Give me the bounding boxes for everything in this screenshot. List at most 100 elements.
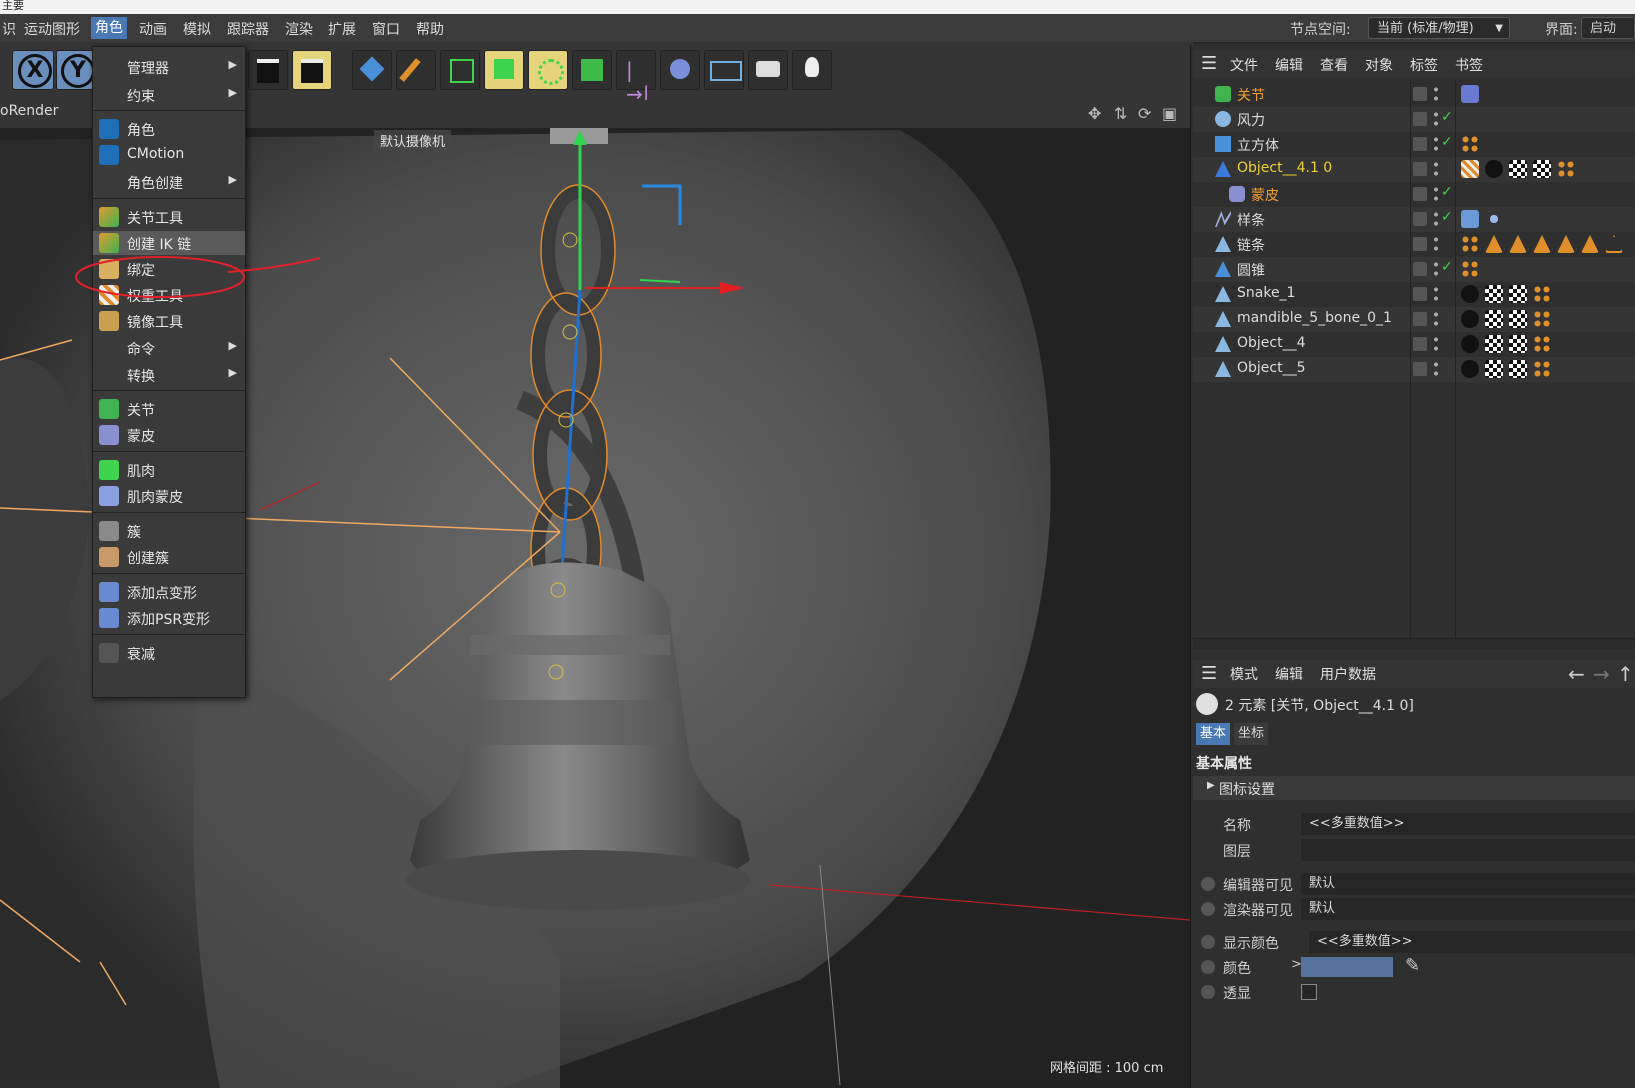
tab-basic[interactable]: 基本 bbox=[1196, 723, 1231, 745]
object-row[interactable]: Object__4 bbox=[1193, 332, 1635, 357]
tag-icon[interactable] bbox=[1461, 135, 1479, 153]
object-row[interactable]: 样条 ✓ bbox=[1193, 207, 1635, 232]
object-name[interactable]: Object__4 bbox=[1237, 335, 1306, 351]
hamburger-icon[interactable]: ☰ bbox=[1201, 53, 1217, 74]
warning-tag-icon[interactable] bbox=[1509, 235, 1527, 253]
texture-tag-icon[interactable] bbox=[1509, 360, 1527, 378]
animation-radio[interactable] bbox=[1201, 935, 1215, 949]
object-row[interactable]: Snake_1 bbox=[1193, 282, 1635, 307]
object-name[interactable]: 圆锥 bbox=[1237, 260, 1265, 280]
object-name[interactable]: 立方体 bbox=[1237, 135, 1279, 155]
animation-radio[interactable] bbox=[1201, 960, 1215, 974]
om-horizontal-scrollbar[interactable] bbox=[1193, 638, 1635, 649]
layer-dots-icon[interactable] bbox=[1433, 185, 1439, 203]
om-menu-object[interactable]: 对象 bbox=[1365, 55, 1393, 75]
visibility-toggle[interactable] bbox=[1413, 287, 1427, 301]
material-tag-icon[interactable] bbox=[1461, 310, 1479, 328]
tab-coordinates[interactable]: 坐标 bbox=[1234, 723, 1269, 745]
object-name[interactable]: 链条 bbox=[1237, 235, 1265, 255]
visibility-toggle[interactable] bbox=[1413, 337, 1427, 351]
om-menu-file[interactable]: 文件 bbox=[1230, 55, 1258, 75]
object-row[interactable]: mandible_5_bone_0_1 bbox=[1193, 307, 1635, 332]
layer-dots-icon[interactable] bbox=[1433, 235, 1439, 253]
layer-dots-icon[interactable] bbox=[1433, 135, 1439, 153]
layer-dots-icon[interactable] bbox=[1433, 310, 1439, 328]
tag-icon[interactable] bbox=[1533, 285, 1551, 303]
eyedropper-icon[interactable]: ✎ bbox=[1405, 955, 1420, 976]
object-row[interactable]: 链条 bbox=[1193, 232, 1635, 257]
ik-tag-icon[interactable] bbox=[1461, 85, 1479, 103]
visibility-toggle[interactable] bbox=[1413, 137, 1427, 151]
tag-icon[interactable] bbox=[1533, 335, 1551, 353]
animation-radio[interactable] bbox=[1201, 985, 1215, 999]
tag-icon[interactable] bbox=[1461, 260, 1479, 278]
visibility-toggle[interactable] bbox=[1413, 312, 1427, 326]
layer-dots-icon[interactable] bbox=[1433, 285, 1439, 303]
checkmark-icon[interactable]: ✓ bbox=[1441, 109, 1453, 125]
icon-settings-group[interactable]: ▶ 图标设置 bbox=[1193, 776, 1635, 800]
object-name[interactable]: mandible_5_bone_0_1 bbox=[1237, 310, 1392, 326]
checkmark-icon[interactable]: ✓ bbox=[1441, 259, 1453, 275]
display-color-select[interactable]: <<多重数值>> bbox=[1309, 931, 1635, 953]
texture-tag-icon[interactable] bbox=[1485, 285, 1503, 303]
texture-tag-icon[interactable] bbox=[1533, 160, 1551, 178]
layer-dots-icon[interactable] bbox=[1433, 85, 1439, 103]
visibility-toggle[interactable] bbox=[1413, 362, 1427, 376]
name-field[interactable]: <<多重数值>> bbox=[1301, 813, 1635, 835]
weight-tag-icon[interactable] bbox=[1461, 160, 1479, 178]
texture-tag-icon[interactable] bbox=[1509, 160, 1527, 178]
texture-tag-icon[interactable] bbox=[1485, 360, 1503, 378]
color-swatch[interactable] bbox=[1301, 957, 1393, 977]
tag-icon[interactable] bbox=[1533, 310, 1551, 328]
object-name[interactable]: Object__4.1 0 bbox=[1237, 160, 1332, 176]
object-name[interactable]: Object__5 bbox=[1237, 360, 1306, 376]
object-name[interactable]: Snake_1 bbox=[1237, 285, 1295, 301]
am-menu-mode[interactable]: 模式 bbox=[1230, 664, 1258, 684]
am-menu-userdata[interactable]: 用户数据 bbox=[1320, 664, 1376, 684]
tag-icon[interactable] bbox=[1557, 160, 1575, 178]
tag-icon[interactable] bbox=[1461, 235, 1479, 253]
layer-dots-icon[interactable] bbox=[1433, 260, 1439, 278]
editor-visible-select[interactable]: 默认 bbox=[1301, 873, 1635, 895]
layer-dots-icon[interactable] bbox=[1433, 335, 1439, 353]
material-tag-icon[interactable] bbox=[1461, 360, 1479, 378]
animation-radio[interactable] bbox=[1201, 902, 1215, 916]
object-name[interactable]: 风力 bbox=[1237, 110, 1265, 130]
object-name[interactable]: 蒙皮 bbox=[1251, 185, 1279, 205]
spline-tag-icon[interactable] bbox=[1461, 210, 1479, 228]
object-row[interactable]: 蒙皮 ✓ bbox=[1193, 182, 1635, 207]
visibility-toggle[interactable] bbox=[1413, 162, 1427, 176]
visibility-toggle[interactable] bbox=[1413, 112, 1427, 126]
texture-tag-icon[interactable] bbox=[1509, 335, 1527, 353]
material-tag-icon[interactable] bbox=[1461, 285, 1479, 303]
object-row[interactable]: 风力 ✓ bbox=[1193, 107, 1635, 132]
texture-tag-icon[interactable] bbox=[1485, 335, 1503, 353]
layer-field[interactable] bbox=[1301, 839, 1635, 861]
animation-radio[interactable] bbox=[1201, 877, 1215, 891]
transparency-checkbox[interactable] bbox=[1301, 984, 1317, 1000]
am-menu-edit[interactable]: 编辑 bbox=[1275, 664, 1303, 684]
visibility-toggle[interactable] bbox=[1413, 212, 1427, 226]
object-name[interactable]: 样条 bbox=[1237, 210, 1265, 230]
back-arrow-icon[interactable]: ← bbox=[1568, 662, 1585, 686]
hamburger-icon[interactable]: ☰ bbox=[1201, 663, 1217, 684]
object-name[interactable]: 关节 bbox=[1237, 85, 1265, 105]
visibility-toggle[interactable] bbox=[1413, 187, 1427, 201]
visibility-toggle[interactable] bbox=[1413, 237, 1427, 251]
object-row[interactable]: 圆锥 ✓ bbox=[1193, 257, 1635, 282]
material-tag-icon[interactable] bbox=[1485, 160, 1503, 178]
layer-dots-icon[interactable] bbox=[1433, 110, 1439, 128]
texture-tag-icon[interactable] bbox=[1509, 285, 1527, 303]
warning-tag-icon[interactable] bbox=[1485, 235, 1503, 253]
dynamics-tag-icon[interactable] bbox=[1485, 210, 1503, 228]
warning-tag-icon[interactable] bbox=[1533, 235, 1551, 253]
layer-dots-icon[interactable] bbox=[1433, 360, 1439, 378]
object-row[interactable]: 立方体 ✓ bbox=[1193, 132, 1635, 157]
object-row[interactable]: 关节 bbox=[1193, 82, 1635, 107]
layer-dots-icon[interactable] bbox=[1433, 210, 1439, 228]
material-tag-icon[interactable] bbox=[1461, 335, 1479, 353]
om-menu-view[interactable]: 查看 bbox=[1320, 55, 1348, 75]
warning-tag-icon[interactable] bbox=[1605, 235, 1623, 253]
up-arrow-icon[interactable]: ↑ bbox=[1617, 662, 1634, 686]
visibility-toggle[interactable] bbox=[1413, 87, 1427, 101]
